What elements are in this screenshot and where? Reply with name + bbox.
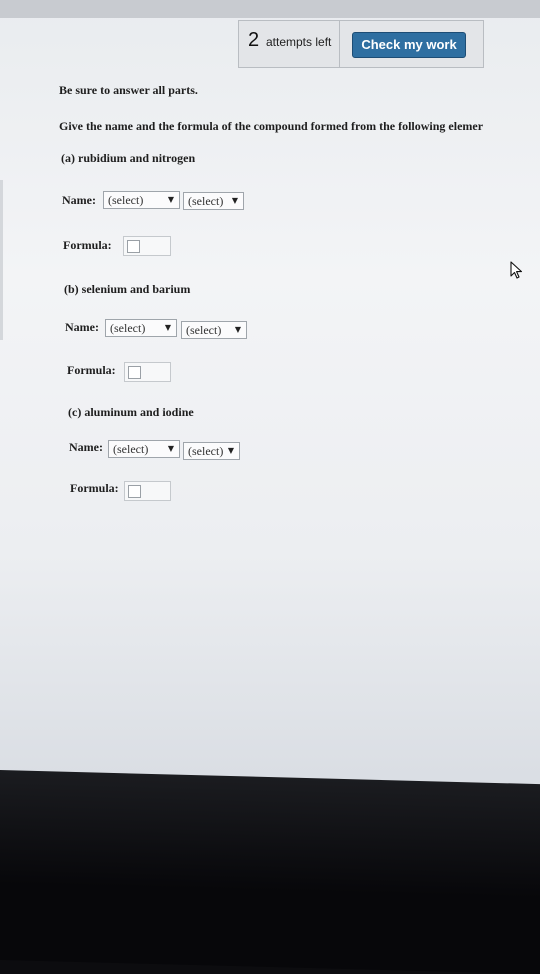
question-text: Give the name and the formula of the com…: [59, 119, 484, 133]
dropdown-arrow-icon: ▼: [234, 325, 241, 334]
part-c-name-select-1[interactable]: (select) ▼: [108, 440, 180, 458]
question-content: Be sure to answer all parts. Give the na…: [0, 0, 540, 790]
part-a-name-label: Name:: [62, 193, 96, 207]
dropdown-arrow-icon: ▼: [227, 446, 234, 455]
select-value: (select): [186, 323, 222, 337]
part-b-name-select-1[interactable]: (select) ▼: [105, 319, 177, 337]
part-c-name-select-2[interactable]: (select) ▼: [183, 442, 240, 460]
dropdown-arrow-icon: ▼: [231, 196, 238, 205]
browser-screen: 2 attempts left Check my work Be sure to…: [0, 0, 540, 790]
dropdown-arrow-icon: ▼: [167, 444, 174, 453]
part-a-label: (a) rubidium and nitrogen: [61, 151, 196, 165]
mouse-pointer-icon: [510, 261, 523, 279]
part-c-label: (c) aluminum and iodine: [68, 405, 194, 419]
instructions-text: Be sure to answer all parts.: [59, 83, 198, 97]
part-a-formula-label: Formula:: [63, 238, 112, 252]
part-a-formula-field[interactable]: [123, 236, 171, 256]
dropdown-arrow-icon: ▼: [164, 323, 171, 332]
part-b-formula-field[interactable]: [124, 362, 171, 382]
select-value: (select): [110, 321, 146, 335]
part-a-name-select-2[interactable]: (select) ▼: [183, 192, 244, 210]
select-value: (select): [113, 442, 149, 456]
dropdown-arrow-icon: ▼: [167, 195, 174, 204]
formula-input-box[interactable]: [127, 240, 140, 253]
formula-input-box[interactable]: [128, 485, 141, 498]
part-b-label: (b) selenium and barium: [64, 282, 191, 296]
part-c-formula-label: Formula:: [70, 481, 119, 495]
select-value: (select): [188, 444, 224, 458]
part-c-name-label: Name:: [69, 440, 103, 454]
part-c-formula-field[interactable]: [124, 481, 171, 501]
select-value: (select): [188, 194, 224, 208]
monitor-bezel: [0, 770, 540, 974]
part-b-formula-label: Formula:: [67, 363, 116, 377]
part-a-name-select-1[interactable]: (select) ▼: [103, 191, 180, 209]
part-b-name-select-2[interactable]: (select) ▼: [181, 321, 247, 339]
formula-input-box[interactable]: [128, 366, 141, 379]
part-b-name-label: Name:: [65, 320, 99, 334]
select-value: (select): [108, 193, 144, 207]
